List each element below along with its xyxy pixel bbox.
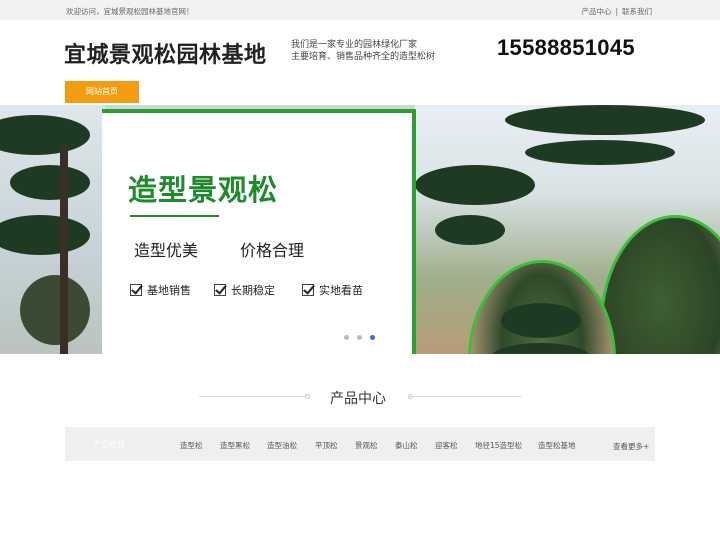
pine-foliage	[415, 165, 535, 205]
top-bar: 欢迎访问，宜城景观松园林基地官网！ 产品中心 | 联系我们	[0, 0, 720, 20]
pine-foliage	[491, 343, 591, 354]
nav-home-button[interactable]: 网站首页	[65, 81, 139, 103]
category-link[interactable]: 造型松	[180, 440, 203, 451]
tagline-line-1: 我们是一家专业的园林绿化厂家	[291, 40, 418, 50]
category-link[interactable]: 景观松	[355, 440, 378, 451]
products-heading: 产品中心	[0, 383, 720, 409]
checkbox-icon	[214, 284, 226, 296]
slider-dot-active[interactable]	[370, 335, 375, 340]
top-link-products[interactable]: 产品中心	[581, 7, 611, 16]
checkbox-icon	[130, 284, 142, 296]
category-link[interactable]: 造型松基地	[538, 440, 576, 451]
hero-banner[interactable]: 造型景观松 造型优美 价格合理 基地销售 长期稳定 实地看苗	[0, 105, 720, 354]
pine-foliage	[501, 303, 581, 338]
banner-title: 造型景观松	[128, 173, 279, 207]
welcome-text: 欢迎访问，宜城景观松园林基地官网！	[66, 7, 194, 16]
top-links: 产品中心 | 联系我们	[581, 6, 652, 17]
feature-item: 长期稳定	[214, 282, 275, 298]
feature-label: 基地销售	[147, 284, 191, 297]
pine-foliage	[505, 105, 705, 135]
slider-dot[interactable]	[357, 335, 362, 340]
checkbox-icon	[302, 284, 314, 296]
category-head: 产品栏目	[93, 440, 125, 449]
category-bar: 产品栏目 造型松 造型黑松 造型油松 平顶松 景观松 泰山松 迎客松 地径15造…	[65, 427, 655, 461]
pine-trunk	[60, 145, 68, 354]
pine-foliage	[0, 215, 90, 255]
category-link[interactable]: 泰山松	[395, 440, 418, 451]
feature-label: 长期稳定	[231, 284, 275, 297]
heading-rule-left	[199, 396, 309, 397]
slider-dot[interactable]	[344, 335, 349, 340]
pine-foliage	[435, 215, 505, 245]
pine-foliage	[0, 115, 90, 155]
top-link-contact[interactable]: 联系我们	[622, 7, 652, 16]
section-title: 产品中心	[330, 391, 386, 407]
feature-label: 实地看苗	[319, 284, 363, 297]
heading-rule-right	[409, 396, 522, 397]
category-link[interactable]: 地径15造型松	[475, 440, 522, 451]
category-link[interactable]: 造型油松	[267, 440, 297, 451]
site-header: 宜城景观松园林基地 我们是一家专业的园林绿化厂家 主要培育、销售品种齐全的造型松…	[0, 20, 720, 80]
pine-foliage	[525, 140, 675, 165]
banner-sub-2: 价格合理	[240, 241, 305, 260]
category-link[interactable]: 造型黑松	[220, 440, 250, 451]
feature-item: 基地销售	[130, 282, 191, 298]
heading-dot-left	[305, 394, 310, 399]
feature-item: 实地看苗	[302, 282, 363, 298]
banner-text-panel: 造型景观松 造型优美 价格合理 基地销售 长期稳定 实地看苗	[102, 109, 416, 354]
pine-foliage	[20, 275, 90, 345]
view-more-link[interactable]: 查看更多+	[613, 441, 649, 452]
banner-title-underline	[130, 215, 219, 217]
category-link[interactable]: 迎客松	[435, 440, 458, 451]
tagline: 我们是一家专业的园林绿化厂家 主要培育、销售品种齐全的造型松树	[291, 39, 435, 63]
phone-number: 15588851045	[497, 35, 635, 60]
pine-foliage	[10, 165, 90, 200]
banner-sub-1: 造型优美	[134, 241, 199, 260]
banner-photo-left	[0, 105, 105, 354]
site-title[interactable]: 宜城景观松园林基地	[64, 37, 267, 69]
category-link[interactable]: 平顶松	[315, 440, 338, 451]
tagline-line-2: 主要培育、销售品种齐全的造型松树	[291, 52, 436, 62]
top-link-separator: |	[615, 7, 618, 16]
